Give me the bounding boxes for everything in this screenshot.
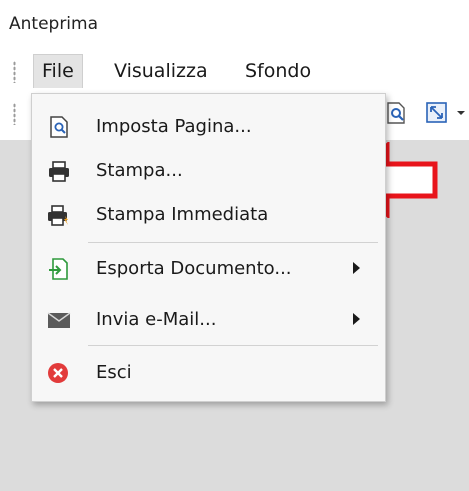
toolbar-grip-handle[interactable] [13, 103, 16, 125]
exit-icon [46, 361, 72, 385]
menu-item-export-document[interactable]: Esporta Documento... [32, 247, 385, 291]
menu-item-exit[interactable]: Esci [32, 351, 385, 395]
file-menu-dropdown: Imposta Pagina... Stampa... Stampa Immed… [31, 93, 386, 402]
menu-item-label: Stampa Immediata [96, 204, 269, 225]
magnifier-page-icon[interactable] [383, 100, 411, 126]
menu-item-quick-print[interactable]: Stampa Immediata [32, 193, 385, 237]
export-icon [46, 257, 72, 281]
submenu-arrow-icon [353, 262, 360, 274]
menu-item-label: Esci [96, 362, 132, 383]
quick-print-icon [46, 203, 72, 227]
menu-separator [88, 242, 378, 243]
menu-bar: File Visualizza Sfondo [0, 52, 469, 92]
fit-window-icon[interactable] [424, 100, 465, 126]
menu-item-label: Stampa... [96, 160, 183, 181]
menu-item-label: Imposta Pagina... [96, 116, 252, 137]
menu-separator [88, 345, 378, 346]
menu-item-print[interactable]: Stampa... [32, 149, 385, 193]
menu-visualizza[interactable]: Visualizza [106, 55, 216, 88]
mail-icon [46, 308, 72, 332]
menubar-grip-handle[interactable] [13, 61, 16, 83]
submenu-arrow-icon [353, 313, 360, 325]
window-title: Anteprima [9, 14, 99, 34]
menu-sfondo[interactable]: Sfondo [237, 55, 319, 88]
printer-icon [46, 159, 72, 183]
menu-item-send-email[interactable]: Invia e-Mail... [32, 298, 385, 342]
menu-item-label: Invia e-Mail... [96, 309, 217, 330]
menu-file[interactable]: File [33, 54, 83, 88]
page-setup-icon [46, 115, 72, 139]
menu-item-page-setup[interactable]: Imposta Pagina... [32, 105, 385, 149]
menu-item-label: Esporta Documento... [96, 258, 292, 279]
